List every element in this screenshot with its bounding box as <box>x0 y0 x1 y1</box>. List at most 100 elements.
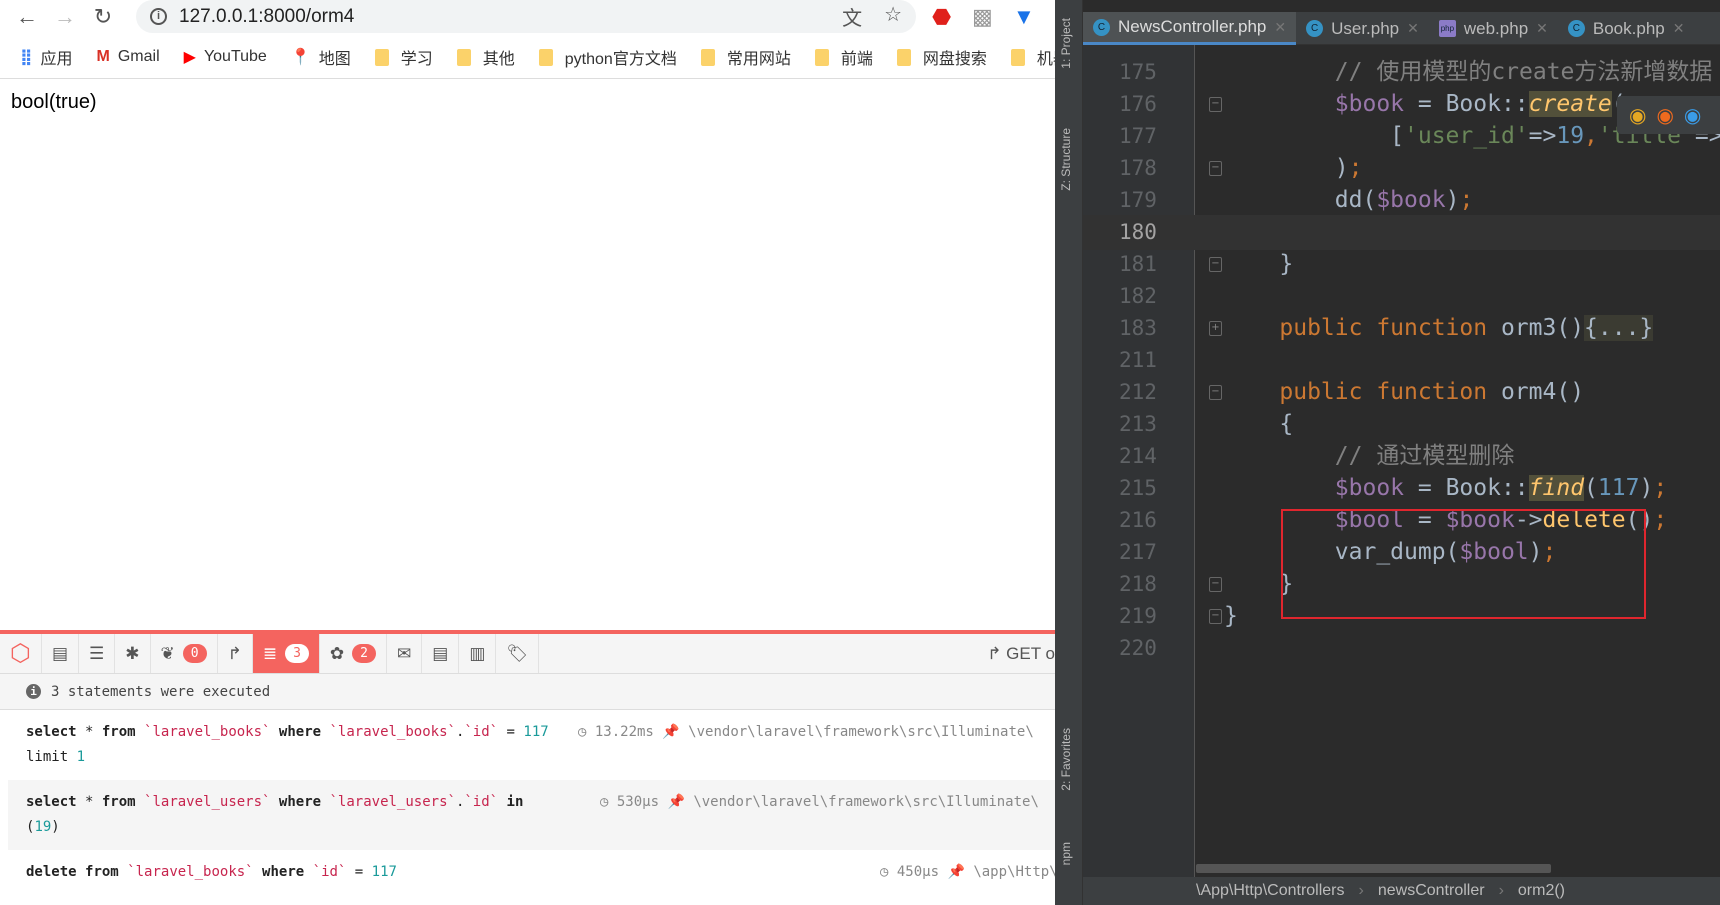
code-text: } <box>1224 599 1238 634</box>
fold-collapse-icon[interactable]: − <box>1209 385 1222 400</box>
extension-alert-icon[interactable]: ▩ <box>972 4 993 30</box>
bookmark-item[interactable]: 常用网站 <box>700 45 791 69</box>
line-number: 178 <box>1119 156 1157 180</box>
tab-web[interactable]: php web.php ✕ <box>1429 12 1558 45</box>
pin-icon: 📌 <box>653 724 689 740</box>
debugbar-tab-mail[interactable]: ✉ <box>387 634 423 673</box>
fold-collapse-icon[interactable]: − <box>1209 97 1222 112</box>
bookmark-star-icon[interactable]: ☆ <box>884 2 902 31</box>
bookmark-item[interactable]: M Gmail <box>97 48 160 66</box>
bookmark-item[interactable]: 机器 <box>1010 45 1055 69</box>
opera-extension-icon[interactable]: ⬣ <box>932 4 951 30</box>
code-text: // 通过模型删除 <box>1224 439 1515 474</box>
debugbar-tab-request[interactable]: ▤ <box>422 634 460 673</box>
extension-v-icon[interactable]: ▼ <box>1013 4 1035 30</box>
firefox-icon[interactable]: ◉ <box>1656 103 1673 128</box>
chrome-icon[interactable]: ◉ <box>1629 103 1646 128</box>
request-method[interactable]: ↱ GET o <box>987 634 1055 674</box>
folder-icon <box>896 48 911 66</box>
code-line: 216 $bool = $book->delete(); <box>1083 503 1720 538</box>
tab-book[interactable]: C Book.php ✕ <box>1558 12 1695 45</box>
tab-label: Book.php <box>1592 18 1665 38</box>
sql-token: * <box>76 724 102 740</box>
reload-icon[interactable]: ↻ <box>84 4 122 30</box>
debugbar-tab-session[interactable]: ▥ <box>459 634 497 673</box>
fold-collapse-icon[interactable]: − <box>1209 609 1222 624</box>
debugbar-tab-tags[interactable]: 🏷 <box>496 634 539 673</box>
url-text[interactable]: 127.0.0.1:8000/orm4 <box>179 6 354 28</box>
debugbar-tab-database[interactable]: ≣ 3 <box>252 634 320 673</box>
code-token: ; <box>1542 539 1557 565</box>
code-line: 219 −} <box>1083 599 1720 634</box>
debugbar-tab-exceptions-bug[interactable]: ✱ <box>115 634 151 673</box>
tab-newscontroller[interactable]: C NewsController.php ✕ <box>1083 12 1297 45</box>
fold-collapse-icon[interactable]: − <box>1209 257 1222 272</box>
close-tab-icon[interactable]: ✕ <box>1536 20 1548 37</box>
sql-token: 19 <box>34 819 52 835</box>
site-info-icon[interactable]: i <box>150 8 167 25</box>
statement-row: delete from `laravel_books` where `id` =… <box>0 850 1055 895</box>
code-line: 213 { <box>1083 407 1720 442</box>
maps-icon: 📍 <box>290 49 311 66</box>
structure-tool-button[interactable]: Z: Structure <box>1059 128 1073 191</box>
close-tab-icon[interactable]: ✕ <box>1407 20 1419 37</box>
database-icon: ≣ <box>262 643 278 663</box>
breadcrumb-item[interactable]: \App\Http\Controllers <box>1196 882 1345 900</box>
code-token: 117 <box>1597 475 1640 501</box>
bookmark-item[interactable]: 学习 <box>374 45 433 69</box>
bookmark-item[interactable]: 其他 <box>456 45 515 69</box>
bookmark-label: 其他 <box>482 51 515 68</box>
code-text: $book = Book::find(117); <box>1224 471 1667 506</box>
code-text: public function orm4() <box>1224 375 1584 410</box>
bookmark-item[interactable]: 📍 地图 <box>291 45 351 69</box>
tab-user[interactable]: C User.php ✕ <box>1296 12 1429 45</box>
code-token: { <box>1224 411 1294 437</box>
duration: 530μs <box>616 794 660 810</box>
bookmark-item[interactable]: ▶ YouTube <box>184 47 267 67</box>
line-number: 216 <box>1119 508 1157 532</box>
forward-icon[interactable]: → <box>46 4 84 30</box>
favorites-tool-button[interactable]: 2: Favorites <box>1059 728 1073 791</box>
tab-label: NewsController.php <box>1118 17 1267 36</box>
debugbar-tab-laravel-logo[interactable]: ⬡ <box>0 634 42 673</box>
back-icon[interactable]: ← <box>8 4 46 30</box>
folder-icon <box>1010 48 1025 66</box>
code-line: 181 − } <box>1083 247 1720 282</box>
code-token: $bool <box>1459 539 1529 565</box>
horizontal-scrollbar[interactable] <box>1196 864 1551 873</box>
debugbar-tab-views-leaf[interactable]: ❦ 0 <box>151 634 218 673</box>
browser-window: ← → ↻ i 127.0.0.1:8000/orm4 文 ☆ ⬣ ▩ ▼ ⣿ 应用… <box>0 0 1055 905</box>
debugbar-tab-messages[interactable]: ▤ <box>42 634 80 673</box>
translate-icon[interactable]: 文 <box>842 2 862 31</box>
code-editor[interactable]: 175 // 使用模型的create方法新增数据 176− $book = Boo… <box>1083 55 1720 877</box>
debugbar-toolbar: ⬡ ▤ ☰ ✱ ❦ 0 ↱ ≣ 3 ✿ 2 ✉ ▤ ▥ 🏷 ↱ GET o <box>0 634 1055 674</box>
fold-collapse-icon[interactable]: − <box>1209 577 1222 592</box>
address-bar[interactable]: i 127.0.0.1:8000/orm4 文 ☆ <box>136 0 916 33</box>
sql-token: `laravel_books` <box>144 724 271 740</box>
npm-tool-button[interactable]: npm <box>1059 842 1073 865</box>
breadcrumb-item[interactable]: newsController <box>1378 882 1485 900</box>
bookmark-label: 前端 <box>840 51 873 68</box>
bookmark-item[interactable]: python官方文档 <box>538 45 677 69</box>
code-token: delete <box>1542 507 1626 533</box>
bookmark-item[interactable]: ⣿ 应用 <box>20 45 73 69</box>
close-tab-icon[interactable]: ✕ <box>1673 20 1685 37</box>
project-tool-button[interactable]: 1: Project <box>1059 18 1073 69</box>
fold-collapse-icon[interactable]: − <box>1209 161 1222 176</box>
bookmark-item[interactable]: 网盘搜索 <box>896 45 987 69</box>
statement-meta: ◷ 450μs 📌 \app\Http\ <box>880 860 1055 885</box>
bookmark-item[interactable]: 前端 <box>814 45 873 69</box>
close-tab-icon[interactable]: ✕ <box>1274 19 1286 36</box>
debugbar-tab-timeline[interactable]: ☰ <box>79 634 116 673</box>
debugbar-tab-models[interactable]: ✿ 2 <box>320 634 387 673</box>
line-number: 176 <box>1119 92 1157 116</box>
code-line: 220 <box>1083 631 1720 666</box>
code-token: var_dump( <box>1224 539 1460 565</box>
pin-icon: 📌 <box>659 794 694 810</box>
code-text: var_dump($bool); <box>1224 535 1557 570</box>
fold-expand-icon[interactable]: + <box>1209 321 1222 336</box>
debugbar-tab-route[interactable]: ↱ <box>218 634 253 673</box>
breadcrumb-item[interactable]: orm2() <box>1518 882 1565 900</box>
safari-icon[interactable]: ◉ <box>1684 103 1701 128</box>
